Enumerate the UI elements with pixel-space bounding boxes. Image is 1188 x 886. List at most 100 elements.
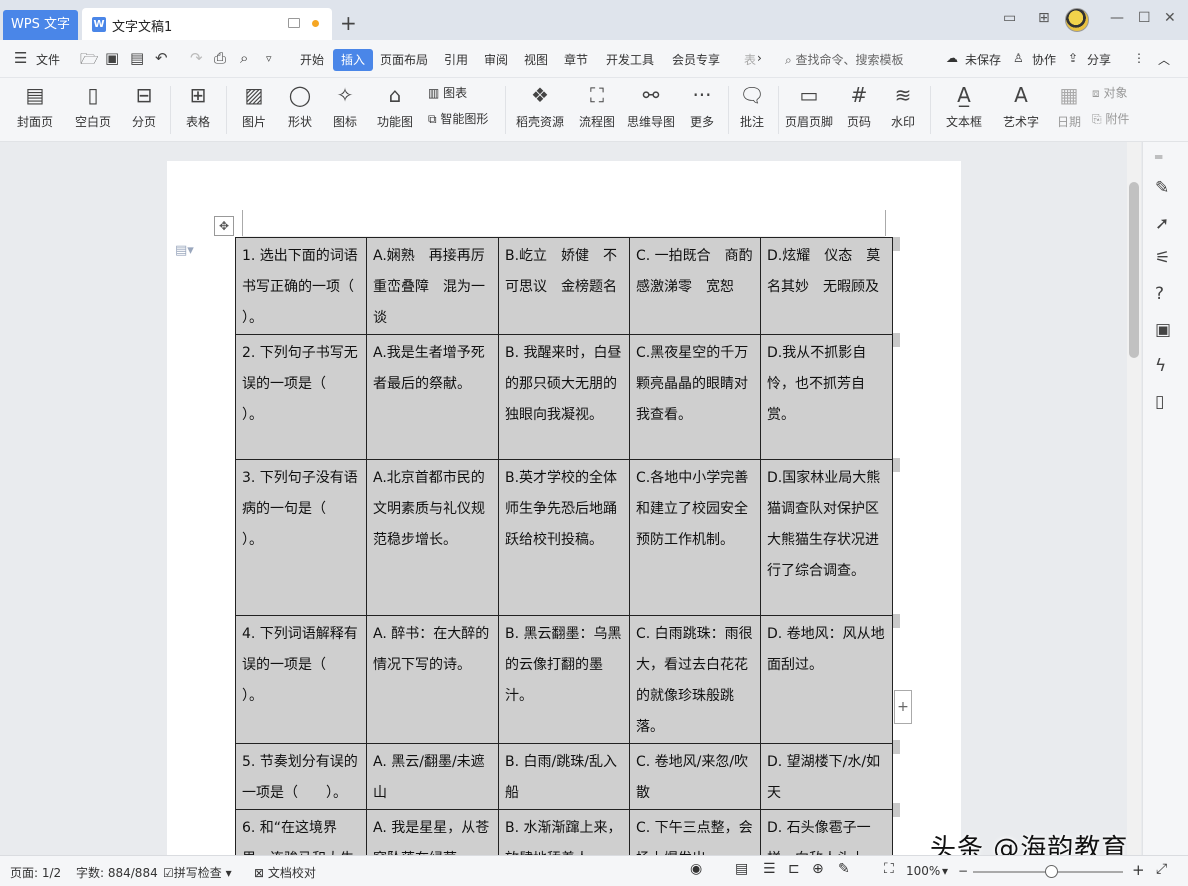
watermark-button[interactable]: ≋ 水印 bbox=[884, 82, 922, 130]
blank-page-button[interactable]: ▯ 空白页 bbox=[68, 82, 118, 130]
option-cell[interactable]: B. 白雨/跳珠/乱入船 bbox=[498, 743, 630, 810]
cloud-icon[interactable]: ☁ bbox=[946, 51, 958, 65]
reading-icon[interactable]: ▯ bbox=[1155, 392, 1164, 412]
option-cell[interactable]: B. 我醒来时，白昼的那只硕大无朋的独眼向我凝视。 bbox=[498, 334, 630, 460]
chevron-right-icon[interactable]: › bbox=[757, 51, 762, 65]
date-button[interactable]: ▦ 日期 bbox=[1052, 82, 1086, 130]
wps-home-tab[interactable]: WPS 文字 bbox=[3, 10, 78, 40]
undo-icon[interactable]: ↶ bbox=[155, 49, 168, 67]
sidebar-collapse-icon[interactable]: ═ bbox=[1155, 150, 1162, 164]
tab-developer[interactable]: 开发工具 bbox=[606, 51, 654, 68]
spell-check-toggle[interactable]: ☑拼写检查 ▾ bbox=[163, 864, 232, 881]
more-vertical-icon[interactable]: ⋮ bbox=[1133, 51, 1145, 65]
fit-page-icon[interactable]: ⛶ bbox=[884, 861, 894, 877]
option-cell[interactable]: C. 下午三点整，会场上爆发出 bbox=[629, 809, 761, 855]
option-cell[interactable]: D.炫耀 仪态 莫名其妙 无暇顾及 bbox=[760, 237, 893, 335]
option-cell[interactable]: C. 白雨跳珠：雨很大，看过去白花花的就像珍珠般跳落。 bbox=[629, 615, 761, 744]
option-cell[interactable]: D. 卷地风：风从地面刮过。 bbox=[760, 615, 893, 744]
chart-button[interactable]: ▥ 图表 bbox=[428, 84, 467, 101]
option-cell[interactable]: C.各地中小学完善和建立了校园安全预防工作机制。 bbox=[629, 459, 761, 616]
option-cell[interactable]: A.我是生者增予死者最后的祭献。 bbox=[366, 334, 499, 460]
question-cell[interactable]: 5. 节奏划分有误的一项是（ ）。 bbox=[235, 743, 367, 810]
cursor-icon[interactable]: ➚ bbox=[1155, 214, 1169, 234]
pen-icon[interactable]: ✎ bbox=[1155, 178, 1169, 198]
mindmap-button[interactable]: ⚯ 思维导图 bbox=[624, 82, 678, 130]
flowchart-button[interactable]: ⛶ 流程图 bbox=[574, 82, 620, 130]
cover-page-button[interactable]: ▤ 封面页 bbox=[10, 82, 60, 130]
settings-sliders-icon[interactable]: ⚟ bbox=[1155, 248, 1170, 268]
zoom-out-icon[interactable]: − bbox=[958, 864, 968, 878]
question-cell[interactable]: 1. 选出下面的词语书写正确的一项（ ）。 bbox=[235, 237, 382, 335]
reading-view-icon[interactable]: ⊏ bbox=[788, 861, 800, 877]
zoom-level[interactable]: 100% bbox=[906, 864, 940, 878]
option-cell[interactable]: D. 石头像雹子一样，向敌人头上 bbox=[760, 809, 893, 855]
tab-view[interactable]: 视图 bbox=[524, 51, 548, 68]
vertical-scrollbar[interactable] bbox=[1127, 142, 1141, 855]
icon-button[interactable]: ✧ 图标 bbox=[325, 82, 365, 130]
tab-member[interactable]: 会员专享 bbox=[672, 51, 720, 68]
option-cell[interactable]: D.国家林业局大熊猫调查队对保护区大熊猫生存状况进行了综合调查。 bbox=[760, 459, 893, 616]
web-view-icon[interactable]: ⊕ bbox=[812, 861, 824, 877]
table-button[interactable]: ⊞ 表格 bbox=[178, 82, 218, 130]
redo-icon[interactable]: ↷ bbox=[190, 49, 203, 67]
add-column-button[interactable]: + bbox=[894, 690, 912, 724]
proofread-button[interactable]: ⊠ 文档校对 bbox=[254, 864, 316, 881]
question-cell[interactable]: 2. 下列句子书写无误的一项是（ ）。 bbox=[235, 334, 367, 460]
option-cell[interactable]: A.北京首都市民的文明素质与礼仪规范稳步增长。 bbox=[366, 459, 499, 616]
option-cell[interactable]: B. 水渐渐蹿上来，放肆地舔着人 bbox=[498, 809, 630, 855]
option-cell[interactable]: A. 黑云/翻墨/未遮山 bbox=[366, 743, 499, 810]
zoom-in-icon[interactable]: + bbox=[1132, 861, 1145, 879]
docer-resources-button[interactable]: ❖ 稻壳资源 bbox=[512, 82, 568, 130]
tab-overflow[interactable]: 表 bbox=[744, 51, 756, 68]
unsaved-status[interactable]: 未保存 bbox=[965, 51, 1001, 68]
option-cell[interactable]: C. 卷地风/来忽/吹散 bbox=[629, 743, 761, 810]
close-icon[interactable]: ✕ bbox=[1164, 10, 1176, 26]
document-tab[interactable]: W 文字文稿1 bbox=[82, 8, 332, 40]
zoom-dropdown-icon[interactable]: ▾ bbox=[942, 864, 948, 878]
textbox-button[interactable]: A̲ 文本框 bbox=[940, 82, 988, 130]
option-cell[interactable]: D. 望湖楼下/水/如天 bbox=[760, 743, 893, 810]
write-view-icon[interactable]: ✎ bbox=[838, 861, 850, 877]
save-icon[interactable]: ▣ bbox=[105, 49, 119, 67]
command-search[interactable]: ⌕ 查找命令、搜索模板 bbox=[785, 51, 904, 68]
collapse-ribbon-icon[interactable]: ︿ bbox=[1158, 51, 1170, 68]
paragraph-layout-icon[interactable]: ▤▾ bbox=[175, 243, 194, 258]
window-layout-icon[interactable]: ▭ bbox=[1003, 10, 1016, 26]
template-icon[interactable]: ▣ bbox=[1155, 320, 1171, 340]
zoom-slider-knob[interactable] bbox=[1045, 865, 1058, 878]
option-cell[interactable]: A. 醉书：在大醉的情况下写的诗。 bbox=[366, 615, 499, 744]
eye-protect-icon[interactable]: ◉ bbox=[690, 861, 702, 877]
tab-review[interactable]: 审阅 bbox=[484, 51, 508, 68]
page-number-button[interactable]: # 页码 bbox=[840, 82, 878, 130]
user-avatar[interactable] bbox=[1065, 8, 1089, 32]
question-cell[interactable]: 3. 下列句子没有语病的一句是（ ）。 bbox=[235, 459, 367, 616]
option-cell[interactable]: B. 黑云翻墨：乌黑的云像打翻的墨汁。 bbox=[498, 615, 630, 744]
comment-button[interactable]: 🗨 批注 bbox=[734, 82, 770, 130]
more-button[interactable]: ··· 更多 bbox=[682, 82, 722, 130]
fullscreen-icon[interactable]: ⤢ bbox=[1156, 861, 1167, 877]
save-as-icon[interactable]: ▤ bbox=[130, 49, 144, 67]
tab-references[interactable]: 引用 bbox=[444, 51, 468, 68]
question-cell[interactable]: 4. 下列词语解释有误的一项是（ ）。 bbox=[235, 615, 367, 744]
option-cell[interactable]: C. 一拍既合 商酌 感激涕零 宽恕 bbox=[629, 237, 767, 335]
help-icon[interactable]: ? bbox=[1155, 284, 1164, 304]
customize-dropdown-icon[interactable]: ▿ bbox=[266, 52, 272, 65]
attachment-button[interactable]: ⎘ 附件 bbox=[1092, 110, 1129, 127]
page-break-button[interactable]: ⊟ 分页 bbox=[124, 82, 164, 130]
share-button[interactable]: 分享 bbox=[1087, 51, 1111, 68]
option-cell[interactable]: A. 我是星星，从苍穹坠落在绿茵 bbox=[366, 809, 499, 855]
file-menu[interactable]: 文件 bbox=[36, 51, 60, 68]
wordart-button[interactable]: A 艺术字 bbox=[996, 82, 1046, 130]
minimize-icon[interactable]: — bbox=[1110, 10, 1124, 26]
picture-button[interactable]: ▨ 图片 bbox=[234, 82, 274, 130]
collab-button[interactable]: 协作 bbox=[1032, 51, 1056, 68]
grid-apps-icon[interactable]: ⊞ bbox=[1038, 10, 1050, 26]
option-cell[interactable]: B.屹立 娇健 不可思议 金榜题名 bbox=[498, 237, 630, 335]
scrollbar-thumb[interactable] bbox=[1129, 182, 1139, 358]
option-cell[interactable]: D.我从不抓影自怜，也不抓芳自赏。 bbox=[760, 334, 893, 460]
hamburger-menu-icon[interactable]: ☰ bbox=[14, 49, 27, 67]
new-tab-button[interactable]: + bbox=[340, 11, 357, 35]
option-cell[interactable]: B.英才学校的全体师生争先恐后地踊跃给校刊投稿。 bbox=[498, 459, 630, 616]
tab-section[interactable]: 章节 bbox=[564, 51, 588, 68]
lightning-icon[interactable]: ϟ bbox=[1155, 356, 1166, 376]
